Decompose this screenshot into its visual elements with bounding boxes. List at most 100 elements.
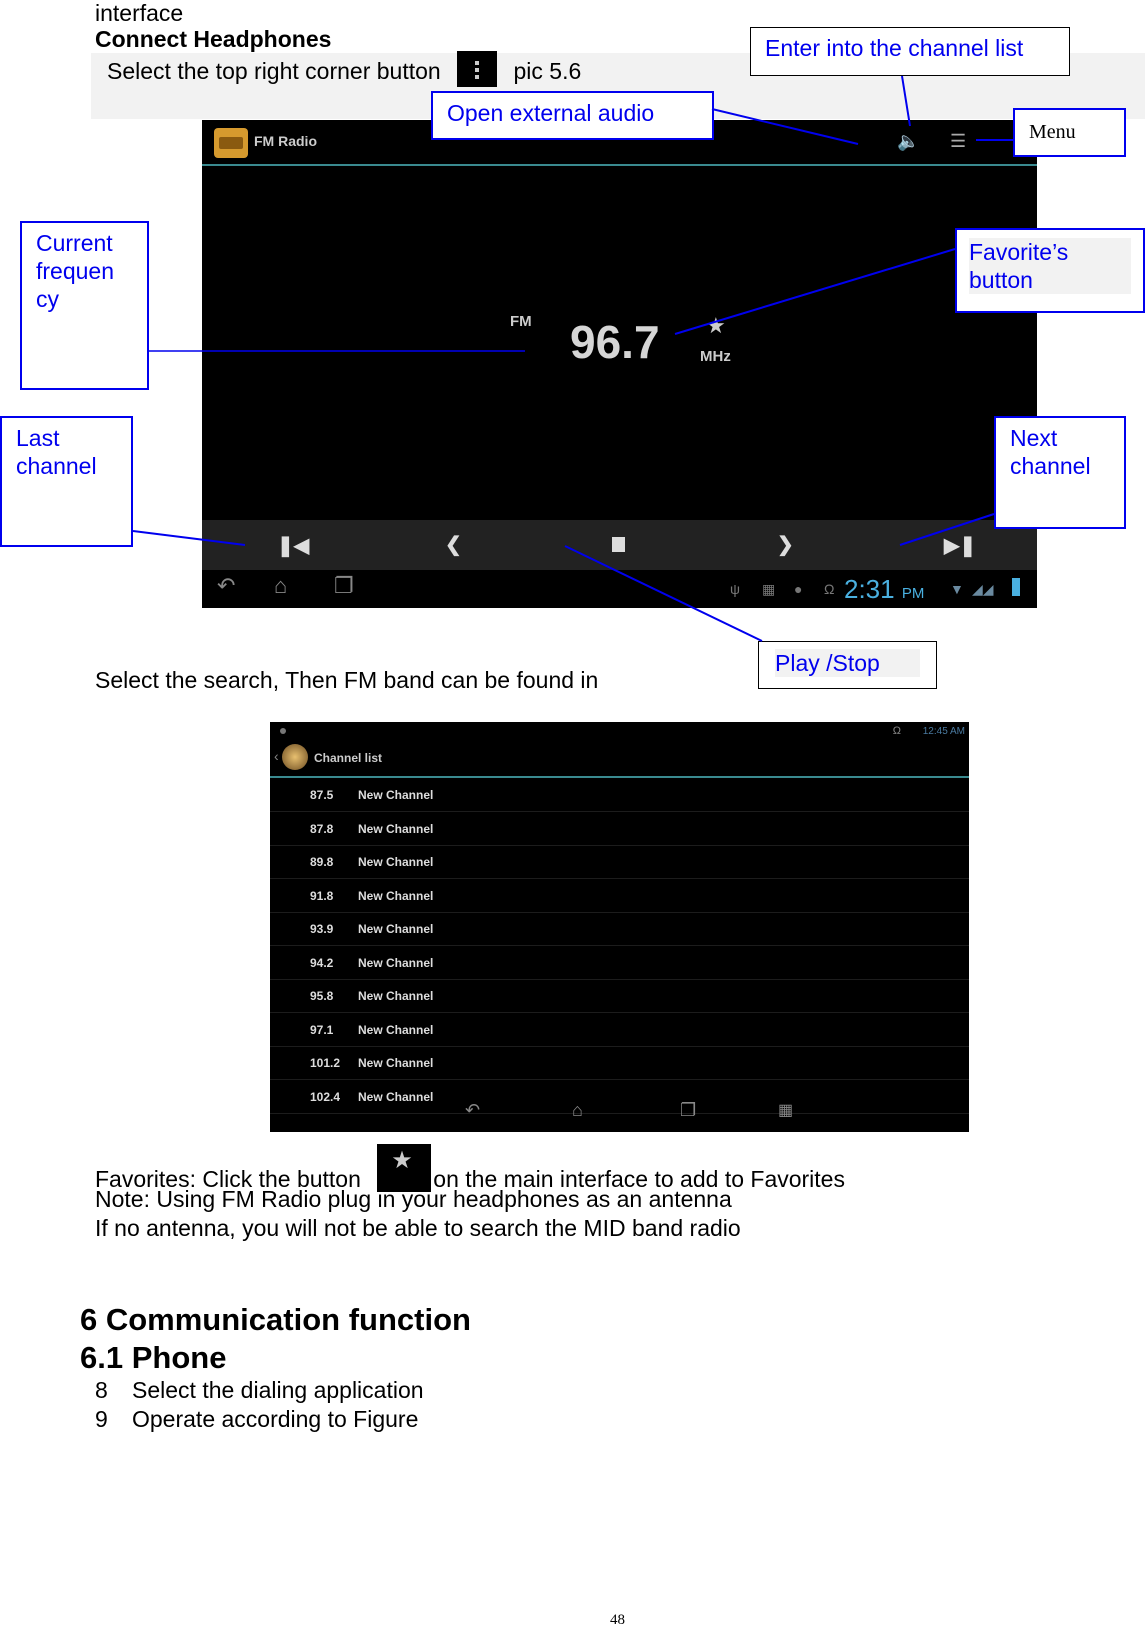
callout-favorites-button: Favorite’s button xyxy=(955,228,1145,313)
skip-next-button[interactable]: ▶❚ xyxy=(944,533,976,558)
back-icon[interactable]: ↶ xyxy=(465,1100,480,1121)
channel-frequency: 95.8 xyxy=(310,989,334,1003)
channel-list-screenshot: ‹ Channel list 12:45 AM Ω 87.5 New Channe… xyxy=(270,722,969,1132)
channel-frequency: 94.2 xyxy=(310,955,334,970)
battery-icon xyxy=(1012,578,1020,596)
channel-name: New Channel xyxy=(358,788,434,802)
note-line: Note: Using FM Radio plug in your headph… xyxy=(95,1186,732,1212)
channel-row[interactable]: 95.8 New Channel xyxy=(270,979,969,1013)
speaker-icon[interactable]: 🔈 xyxy=(897,131,919,152)
home-icon[interactable]: ⌂ xyxy=(572,1100,583,1121)
channel-row[interactable]: 97.1 New Channel xyxy=(270,1013,969,1047)
channel-row[interactable]: 87.5 New Channel xyxy=(270,778,969,812)
recent-apps-icon[interactable]: ❐ xyxy=(334,573,354,599)
seek-back-button[interactable]: ❮ xyxy=(445,532,462,557)
channel-list-clock: 12:45 AM xyxy=(922,726,965,737)
step-item: 8 Select the dialing application xyxy=(95,1377,424,1403)
channel-row[interactable]: 94.2 New Channel xyxy=(270,946,969,980)
seek-forward-button[interactable]: ❯ xyxy=(777,532,794,557)
channel-frequency: 101.2 xyxy=(310,1056,341,1070)
step-text: Operate according to Figure xyxy=(132,1406,419,1432)
headset-icon: Ω xyxy=(892,725,901,737)
back-icon[interactable]: ↶ xyxy=(217,573,235,599)
section-heading: Connect Headphones xyxy=(95,26,332,52)
channel-name: New Channel xyxy=(358,1022,434,1037)
home-icon[interactable]: ⌂ xyxy=(274,573,287,599)
channel-list-title: Channel list xyxy=(314,751,383,765)
channel-list-nav-bar: ↶ ⌂ ❐ ▦ xyxy=(270,1098,969,1132)
screenshot-icon[interactable]: ▦ xyxy=(778,1100,793,1120)
callout-line: Favorite’s xyxy=(969,239,1069,265)
channel-frequency: 93.9 xyxy=(310,922,334,936)
search-instruction: Select the search, Then FM band can be f… xyxy=(95,667,599,693)
channel-row[interactable]: 87.8 New Channel xyxy=(270,812,969,846)
callout-line: channel xyxy=(1010,453,1091,479)
radio-app-icon xyxy=(214,128,248,158)
channel-name: New Channel xyxy=(358,888,434,903)
channel-name: New Channel xyxy=(358,1056,434,1070)
page-number: 48 xyxy=(610,1612,625,1628)
instruction-prefix: Select the top right corner button xyxy=(107,58,441,85)
chapter-heading: 6 Communication function xyxy=(80,1302,471,1337)
channel-list-header: ‹ Channel list 12:45 AM Ω xyxy=(270,722,969,778)
step-item: 9 Operate according to Figure xyxy=(95,1406,418,1432)
channel-name: New Channel xyxy=(358,989,434,1003)
band-label: FM xyxy=(510,313,532,330)
clock-ampm: PM xyxy=(901,585,925,602)
channel-row[interactable]: 89.8 New Channel xyxy=(270,845,969,879)
channel-name: New Channel xyxy=(358,922,434,936)
callout-menu: Menu xyxy=(1013,108,1126,157)
recent-apps-icon[interactable]: ❐ xyxy=(680,1100,696,1121)
channel-row[interactable]: 93.9 New Channel xyxy=(270,912,969,946)
callout-line: Current xyxy=(36,230,113,256)
stop-button[interactable] xyxy=(612,537,625,552)
signal-icon: ◢◢ xyxy=(972,581,994,597)
status-clock: 2:31 PM xyxy=(844,574,924,605)
headset-icon: Ω xyxy=(824,581,835,597)
callout-line: Next xyxy=(1010,425,1058,451)
callout-play-stop: Play /Stop xyxy=(758,641,937,689)
channel-name: New Channel xyxy=(358,955,434,970)
skip-previous-button[interactable]: ❚◀ xyxy=(277,533,309,558)
channel-frequency: 87.5 xyxy=(310,788,334,802)
favorite-star-icon[interactable]: ★ xyxy=(706,313,726,339)
channel-name: New Channel xyxy=(358,855,434,869)
channel-name: New Channel xyxy=(358,821,434,836)
intro-fragment: interface xyxy=(95,0,184,26)
back-chevron-icon[interactable]: ‹ xyxy=(274,748,279,764)
favorite-button-thumbnail: ★ xyxy=(377,1144,432,1192)
channel-row[interactable]: 91.8 New Channel xyxy=(270,879,969,913)
radio-app-icon xyxy=(282,744,308,770)
channel-row[interactable]: 101.2 New Channel xyxy=(270,1046,969,1080)
frequency-unit: MHz xyxy=(700,348,731,365)
channel-frequency: 91.8 xyxy=(310,888,334,903)
current-frequency: 96.7 xyxy=(570,316,660,368)
star-icon: ★ xyxy=(391,1147,413,1174)
fm-app-title: FM Radio xyxy=(254,133,317,149)
step-number: 8 xyxy=(95,1377,108,1403)
android-debug-icon: ● xyxy=(794,581,803,597)
channel-frequency: 97.1 xyxy=(310,1022,334,1037)
antenna-line: If no antenna, you will not be able to s… xyxy=(95,1215,741,1241)
overflow-menu-icon xyxy=(475,61,480,65)
sd-card-icon: ▦ xyxy=(762,581,776,597)
callout-line: button xyxy=(969,267,1033,293)
callout-line: channel xyxy=(16,453,97,479)
channel-frequency: 89.8 xyxy=(310,855,334,869)
callout-last-channel: Last channel xyxy=(0,416,133,547)
callout-current-frequency: Current frequen cy xyxy=(20,221,149,390)
callout-line: frequen xyxy=(36,258,115,284)
step-number: 9 xyxy=(95,1406,108,1432)
callout-next-channel: Next channel xyxy=(994,416,1126,529)
callout-external-audio: Open external audio xyxy=(431,91,714,140)
callout-line: cy xyxy=(36,286,59,312)
instruction-line: Select the top right corner button pic 5… xyxy=(107,51,581,91)
overflow-button-thumbnail xyxy=(457,51,498,87)
notification-dot-icon xyxy=(280,728,286,734)
channel-list-icon[interactable]: ☰ xyxy=(950,131,966,152)
wifi-icon: ▼ xyxy=(950,581,964,597)
clock-time: 2:31 xyxy=(844,574,895,604)
fm-radio-screenshot: FM Radio 🔈 ☰ ⋮ FM 96.7 ★ MHz ❚◀ ❮ ❯ ▶❚ ↶… xyxy=(202,120,1037,608)
usb-icon: ψ xyxy=(730,581,740,597)
channel-frequency: 87.8 xyxy=(310,821,334,836)
